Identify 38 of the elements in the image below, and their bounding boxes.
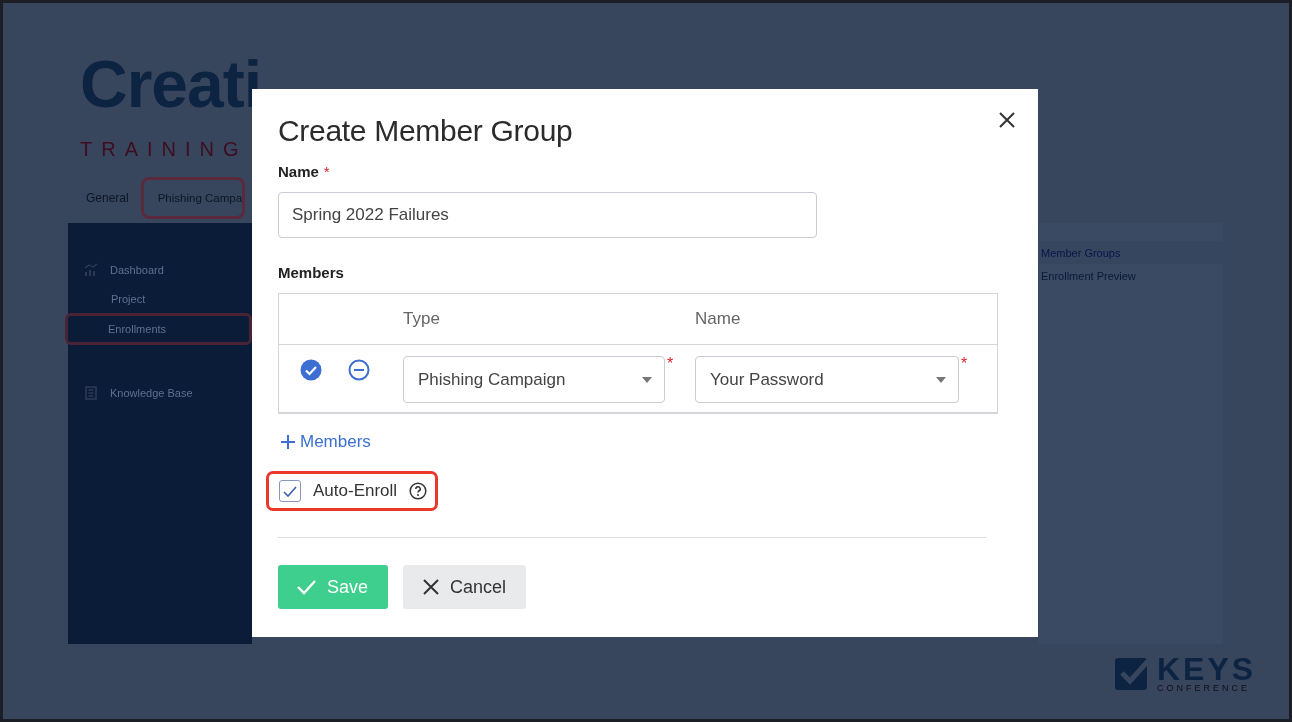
dropdown-icon (642, 376, 652, 383)
check-circle-icon (300, 359, 322, 381)
close-icon (421, 577, 442, 597)
check-icon (282, 484, 298, 498)
save-button[interactable]: Save (278, 565, 389, 609)
field-label: Name (278, 163, 319, 180)
required-mark: * (667, 356, 674, 372)
section-label: Members (278, 264, 345, 281)
select-field[interactable]: Phishing Campaign (403, 356, 665, 403)
sidebar-item[interactable]: Knowledge Base (68, 378, 252, 407)
sidebar-item[interactable]: Enrollments (65, 313, 252, 345)
chart-icon (84, 262, 98, 277)
sidebar-item[interactable]: Dashboard (68, 255, 252, 284)
logo-tagline: CONFERENCE (1157, 683, 1251, 693)
name-field[interactable]: Spring 2022 Failures (278, 192, 817, 238)
select-field[interactable]: Your Password (695, 356, 959, 403)
tab[interactable]: Phishing Campa (140, 177, 246, 219)
confirm-button[interactable] (300, 359, 322, 381)
add-members-link[interactable]: Members (278, 432, 371, 452)
required-mark: * (961, 356, 968, 372)
slide-subtitle: TRAINING (80, 137, 249, 161)
help-icon[interactable] (409, 482, 428, 500)
logo-icon (1115, 656, 1149, 692)
column-header: Type (403, 309, 440, 328)
required-mark: * (323, 163, 330, 180)
book-icon (84, 385, 98, 400)
plus-icon (280, 434, 296, 450)
sidebar-item[interactable]: Project (68, 284, 252, 313)
dialog-title: Create Member Group (278, 113, 573, 149)
cancel-button[interactable]: Cancel (403, 565, 527, 609)
close-icon (998, 111, 1016, 129)
remove-button[interactable] (348, 359, 370, 381)
column-header: Name (695, 309, 741, 328)
tab[interactable]: General (82, 183, 141, 213)
checkbox[interactable] (279, 480, 301, 502)
minus-circle-icon (348, 359, 370, 381)
dropdown-icon (936, 376, 946, 383)
checkbox-label: Auto-Enroll (313, 481, 398, 501)
